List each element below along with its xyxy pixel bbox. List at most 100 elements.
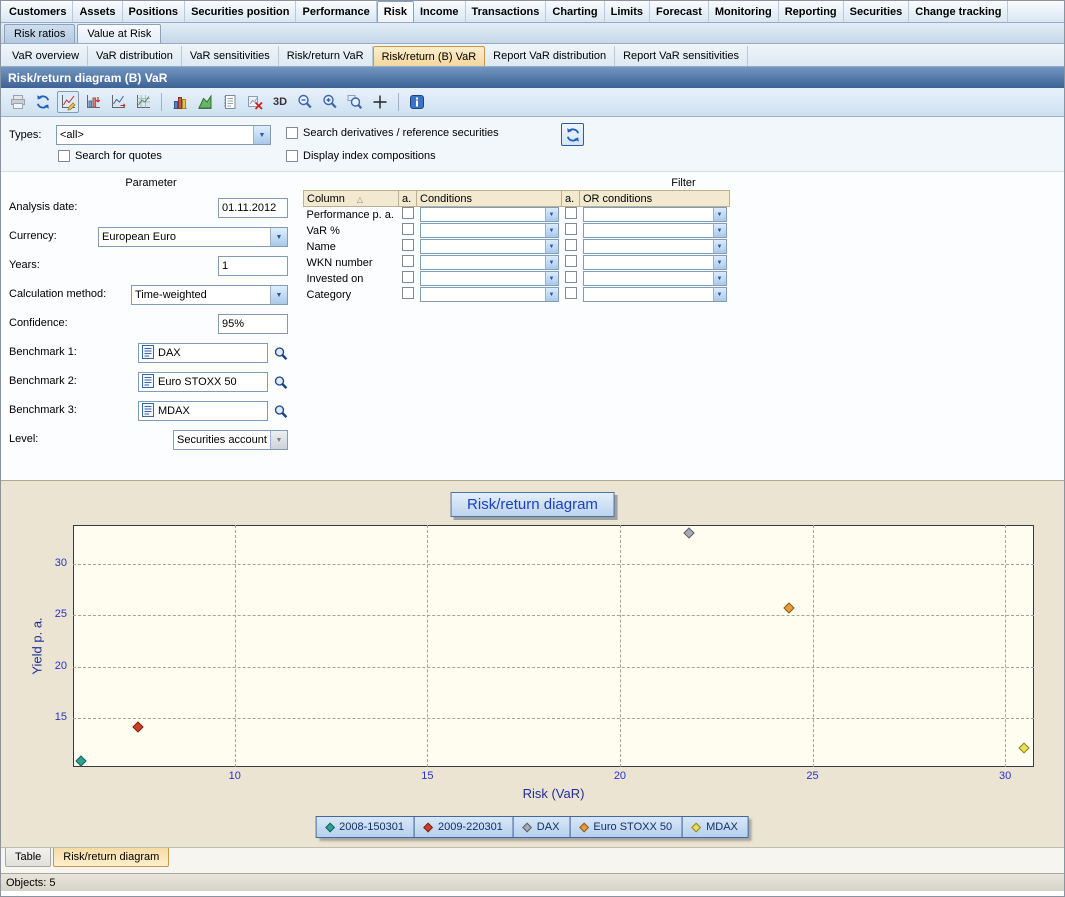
legend-item-2009-220301[interactable]: 2009-220301	[414, 816, 514, 838]
search-magnifier-button[interactable]	[271, 402, 291, 422]
legend-item-2008-150301[interactable]: 2008-150301	[315, 816, 415, 838]
tab-var-sensitivities[interactable]: VaR sensitivities	[182, 46, 279, 66]
delete-chart-icon[interactable]	[244, 91, 266, 113]
or-condition-select[interactable]: ▼	[583, 239, 727, 254]
and-active-checkbox[interactable]	[402, 223, 414, 235]
benchmark-1-field[interactable]: DAX	[138, 343, 268, 363]
currency-select[interactable]: European Euro▼	[98, 227, 288, 247]
tab-risk-return-b-var[interactable]: Risk/return (B) VaR	[373, 46, 486, 66]
menu-item-performance[interactable]: Performance	[296, 1, 376, 22]
condition-select[interactable]: ▼	[420, 223, 559, 238]
and-active-checkbox[interactable]	[402, 207, 414, 219]
confidence-input[interactable]	[218, 314, 288, 334]
and-active-checkbox[interactable]	[402, 287, 414, 299]
menu-item-securities-position[interactable]: Securities position	[185, 1, 296, 22]
or-active-checkbox[interactable]	[565, 223, 577, 235]
tab-report-var-distribution[interactable]: Report VaR distribution	[485, 46, 615, 66]
menu-item-change-tracking[interactable]: Change tracking	[909, 1, 1008, 22]
filter-col-header-or-conditions-4[interactable]: OR conditions	[580, 191, 730, 207]
tab-var-overview[interactable]: VaR overview	[4, 46, 88, 66]
or-condition-select[interactable]: ▼	[583, 255, 727, 270]
years-input[interactable]	[218, 256, 288, 276]
crosshair-icon[interactable]	[369, 91, 391, 113]
menu-item-monitoring[interactable]: Monitoring	[709, 1, 779, 22]
bar-chart-icon[interactable]	[169, 91, 191, 113]
zoom-out-icon[interactable]	[294, 91, 316, 113]
area-chart-icon[interactable]	[194, 91, 216, 113]
condition-select[interactable]: ▼	[420, 255, 559, 270]
bottom-tab-table[interactable]: Table	[5, 848, 51, 867]
or-condition-select[interactable]: ▼	[583, 287, 727, 302]
menu-item-forecast[interactable]: Forecast	[650, 1, 709, 22]
or-active-checkbox[interactable]	[565, 287, 577, 299]
and-active-checkbox[interactable]	[402, 255, 414, 267]
filter-field-name: VaR %	[304, 223, 399, 239]
diamond-icon	[692, 822, 702, 832]
legend-item-dax[interactable]: DAX	[513, 816, 571, 838]
or-active-checkbox[interactable]	[565, 239, 577, 251]
or-active-checkbox[interactable]	[565, 207, 577, 219]
search-quotes-checkbox[interactable]: Search for quotes	[58, 150, 162, 162]
menu-item-reporting[interactable]: Reporting	[779, 1, 844, 22]
and-active-checkbox[interactable]	[402, 239, 414, 251]
bottom-tab-risk-return-diagram[interactable]: Risk/return diagram	[53, 848, 169, 867]
zoom-window-icon[interactable]	[344, 91, 366, 113]
condition-select[interactable]: ▼	[420, 271, 559, 286]
filter-col-header-a-3[interactable]: a.	[562, 191, 580, 207]
legend-item-mdax[interactable]: MDAX	[682, 816, 749, 838]
menu-item-risk[interactable]: Risk	[377, 1, 414, 22]
tab-var-distribution[interactable]: VaR distribution	[88, 46, 182, 66]
or-condition-select[interactable]: ▼	[583, 271, 727, 286]
menu-item-customers[interactable]: Customers	[3, 1, 73, 22]
values-chart-icon[interactable]	[82, 91, 104, 113]
menu-item-charting[interactable]: Charting	[546, 1, 604, 22]
info-icon[interactable]	[406, 91, 428, 113]
menu-item-transactions[interactable]: Transactions	[466, 1, 547, 22]
switch-chart-icon[interactable]	[107, 91, 129, 113]
refresh-icon[interactable]	[32, 91, 54, 113]
display-index-compositions-checkbox[interactable]: Display index compositions	[286, 150, 436, 162]
condition-select[interactable]: ▼	[420, 287, 559, 302]
menu-item-assets[interactable]: Assets	[73, 1, 122, 22]
benchmark-3-field[interactable]: MDAX	[138, 401, 268, 421]
search-magnifier-button[interactable]	[271, 344, 291, 364]
tab-risk-ratios[interactable]: Risk ratios	[4, 24, 75, 43]
report-icon[interactable]	[219, 91, 241, 113]
filter-col-header-a-1[interactable]: a.	[399, 191, 417, 207]
tab-value-at-risk[interactable]: Value at Risk	[77, 24, 161, 43]
zoom-in-icon[interactable]	[319, 91, 341, 113]
legend-item-euro-stoxx-50[interactable]: Euro STOXX 50	[569, 816, 683, 838]
types-select[interactable]: <all> ▼	[56, 125, 271, 145]
menu-item-limits[interactable]: Limits	[605, 1, 650, 22]
menu-item-positions[interactable]: Positions	[123, 1, 186, 22]
edit-chart-icon[interactable]	[57, 91, 79, 113]
filter-field-name: Name	[304, 239, 399, 255]
refresh-search-button[interactable]	[561, 123, 584, 146]
condition-select[interactable]: ▼	[420, 239, 559, 254]
param-row-analysis-date: Analysis date:	[9, 198, 288, 218]
threed-icon[interactable]: 3D	[269, 91, 291, 113]
grid-chart-icon[interactable]	[132, 91, 154, 113]
or-active-checkbox[interactable]	[565, 255, 577, 267]
menu-item-income[interactable]: Income	[414, 1, 466, 22]
and-active-checkbox[interactable]	[402, 271, 414, 283]
benchmark-2-field[interactable]: Euro STOXX 50	[138, 372, 268, 392]
selected-value: European Euro	[99, 231, 270, 243]
filter-col-header-column-0[interactable]: Column△	[304, 191, 399, 207]
calculation-method-select[interactable]: Time-weighted▼	[131, 285, 288, 305]
plot-area	[73, 525, 1034, 767]
or-condition-select[interactable]: ▼	[583, 223, 727, 238]
filter-col-header-conditions-2[interactable]: Conditions	[417, 191, 562, 207]
level-select[interactable]: Securities account▼	[173, 430, 288, 450]
analysis-date-input[interactable]	[218, 198, 288, 218]
tab-report-var-sensitivities[interactable]: Report VaR sensitivities	[615, 46, 748, 66]
menu-item-securities[interactable]: Securities	[844, 1, 910, 22]
or-condition-select[interactable]: ▼	[583, 207, 727, 222]
filter-section-header: Filter	[303, 177, 1064, 189]
search-magnifier-button[interactable]	[271, 373, 291, 393]
search-derivatives-checkbox[interactable]: Search derivatives / reference securitie…	[286, 127, 499, 139]
condition-select[interactable]: ▼	[420, 207, 559, 222]
or-active-checkbox[interactable]	[565, 271, 577, 283]
tab-risk-return-var[interactable]: Risk/return VaR	[279, 46, 373, 66]
print-icon[interactable]	[7, 91, 29, 113]
